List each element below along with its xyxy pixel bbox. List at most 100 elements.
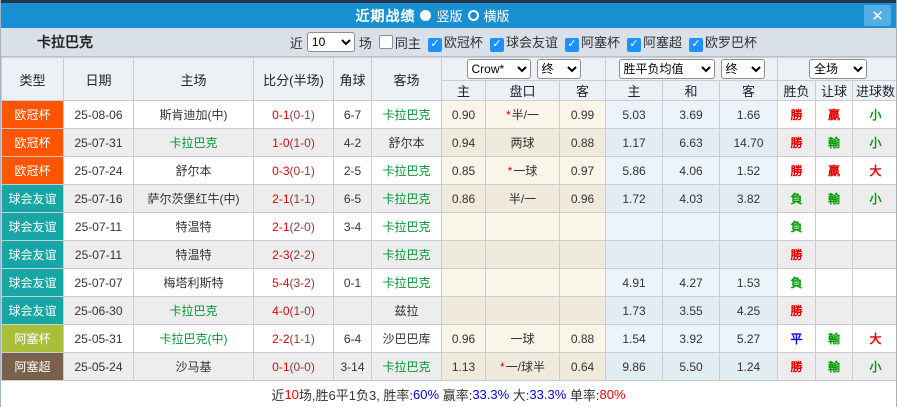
subcol-odds-away: 客 [560,81,606,101]
cell-odds-away [560,213,606,241]
league-filter[interactable]: ✓阿塞杯 [559,35,621,50]
cell-corner: 3-14 [334,353,372,381]
cell-date: 25-07-11 [64,241,134,269]
odds-source-select[interactable]: Crow* [467,59,531,79]
cell-score: 2-3(2-2) [254,241,334,269]
vertical-layout-radio[interactable] [420,10,431,21]
cell-odds-home: 1.13 [442,353,486,381]
cell-handicap: *半/一 [486,101,560,129]
cell-mean-draw [663,213,720,241]
cell-mean-home: 1.17 [606,129,663,157]
cell-mean-draw: 4.27 [663,269,720,297]
cell-date: 25-07-11 [64,213,134,241]
cell-handicap: 一球 [486,325,560,353]
cell-mean-draw: 5.50 [663,353,720,381]
cell-goals: 小 [853,101,897,129]
same-home-label[interactable]: 同主 [395,33,421,52]
league-filter[interactable]: ✓欧罗巴杯 [683,35,758,50]
scope-select[interactable]: 全场 [809,59,867,79]
league-checkbox[interactable]: ✓ [428,38,442,52]
league-checkbox[interactable]: ✓ [490,38,504,52]
col-header-date: 日期 [64,58,134,101]
title-group: 近期战绩 竖版 横版 [1,6,864,26]
league-checkbox[interactable]: ✓ [627,38,641,52]
league-filter[interactable]: ✓球会友谊 [484,35,559,50]
league-filter-label[interactable]: 阿塞超 [643,35,682,50]
cell-away-team: 卡拉巴克 [372,101,442,129]
cell-odds-away: 0.96 [560,185,606,213]
league-filter-label[interactable]: 欧罗巴杯 [705,35,757,50]
cell-result: 負 [778,269,816,297]
summary-segment: 近 [271,385,284,404]
league-checkbox[interactable]: ✓ [689,38,703,52]
match-row: 阿塞超25-05-24沙马基0-1(0-0)3-14卡拉巴克1.13*一/球半0… [2,353,897,381]
cell-handicap-result: 輸 [816,353,853,381]
cell-goals [853,213,897,241]
match-count-select[interactable]: 10 [307,32,355,52]
horizontal-layout-label[interactable]: 横版 [484,6,510,25]
close-button[interactable]: ✕ [864,5,891,26]
cell-handicap: 半/一 [486,185,560,213]
cell-handicap: *一/球半 [486,353,560,381]
odds-time-select[interactable]: 终 [537,59,581,79]
league-filter-list: ✓欧冠杯✓球会友谊✓阿塞杯✓阿塞超✓欧罗巴杯 [422,32,758,52]
league-filter[interactable]: ✓欧冠杯 [422,35,484,50]
cell-score: 2-2(1-1) [254,325,334,353]
match-row: 球会友谊25-07-11特温特2-1(2-0)3-4卡拉巴克負 [2,213,897,241]
cell-handicap: 两球 [486,129,560,157]
match-row: 阿塞杯25-05-31卡拉巴克(中)2-2(1-1)6-4沙巴巴库0.96一球0… [2,325,897,353]
cell-date: 25-06-30 [64,297,134,325]
subcol-goals: 进球数 [853,81,897,101]
cell-goals [853,241,897,269]
subcol-mean-away: 客 [720,81,778,101]
cell-league: 欧冠杯 [2,101,64,129]
summary-segment: 场,胜6平1负3, 胜率: [299,385,413,404]
match-row: 欧冠杯25-07-24舒尔本0-3(0-1)2-5卡拉巴克0.85*一球0.97… [2,157,897,185]
cell-odds-away [560,241,606,269]
cell-handicap-result [816,269,853,297]
mean-type-select[interactable]: 胜平负均值 [619,59,715,79]
league-filter-label[interactable]: 欧冠杯 [444,35,483,50]
match-table-body: 欧冠杯25-08-06斯肯迪加(中)0-1(0-1)6-7卡拉巴克0.90*半/… [2,101,897,381]
league-filter-label[interactable]: 球会友谊 [506,35,558,50]
league-filter-label[interactable]: 阿塞杯 [581,35,620,50]
cell-odds-away [560,297,606,325]
odds-group-header: Crow* 终 [442,58,606,81]
table-header: 类型 日期 主场 比分(半场) 角球 客场 Crow*终 胜平负均值终 全场 主… [2,58,897,101]
cell-mean-draw: 3.55 [663,297,720,325]
cell-odds-home [442,213,486,241]
cell-odds-away: 0.88 [560,129,606,157]
cell-odds-away: 0.88 [560,325,606,353]
cell-goals: 大 [853,157,897,185]
cell-home-team: 卡拉巴克 [134,297,254,325]
cell-mean-away: 1.52 [720,157,778,185]
col-header-corner: 角球 [334,58,372,101]
filter-bar: 卡拉巴克 近 10 场 同主 ✓欧冠杯✓球会友谊✓阿塞杯✓阿塞超✓欧罗巴杯 [1,28,896,57]
cell-handicap-result: 輸 [816,325,853,353]
cell-home-team: 特温特 [134,241,254,269]
mean-time-select[interactable]: 终 [721,59,765,79]
same-home-checkbox[interactable] [379,35,393,49]
league-checkbox[interactable]: ✓ [565,38,579,52]
cell-date: 25-08-06 [64,101,134,129]
vertical-layout-label[interactable]: 竖版 [436,6,462,25]
cell-mean-draw: 3.69 [663,101,720,129]
cell-score: 1-0(1-0) [254,129,334,157]
cell-home-team: 萨尔茨堡红牛(中) [134,185,254,213]
subcol-handicap-result: 让球 [816,81,853,101]
summary-line: 近10场,胜6平1负3, 胜率:60% 赢率:33.3% 大:33.3% 单率:… [1,381,896,407]
cell-mean-away: 14.70 [720,129,778,157]
cell-handicap-result [816,213,853,241]
cell-mean-away: 1.53 [720,269,778,297]
cell-mean-away: 1.24 [720,353,778,381]
league-filter[interactable]: ✓阿塞超 [621,35,683,50]
cell-goals: 小 [853,129,897,157]
cell-away-team: 卡拉巴克 [372,157,442,185]
cell-corner: 0-1 [334,269,372,297]
cell-handicap: *一球 [486,157,560,185]
cell-league: 球会友谊 [2,185,64,213]
cell-result: 負 [778,185,816,213]
horizontal-layout-radio[interactable] [468,10,479,21]
cell-odds-away: 0.99 [560,101,606,129]
cell-odds-home [442,269,486,297]
